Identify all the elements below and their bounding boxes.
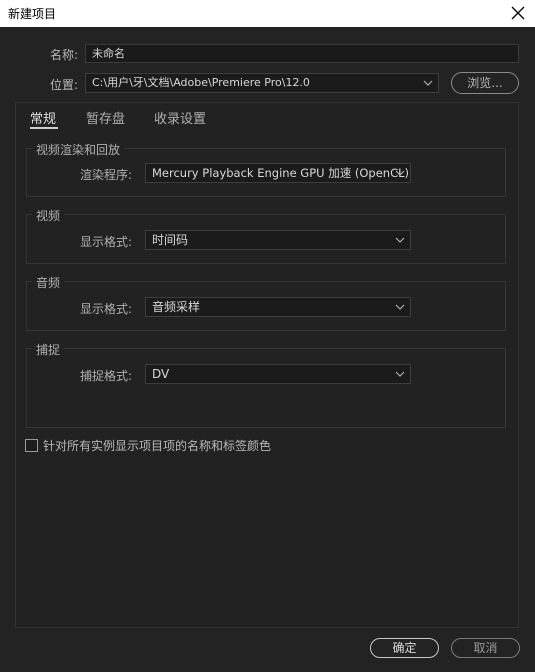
location-select[interactable]: C:\用户\牙\文档\Adobe\Premiere Pro\12.0	[85, 73, 439, 93]
window-title: 新建项目	[8, 7, 57, 21]
renderer-value: Mercury Playback Engine GPU 加速 (OpenCL)	[152, 166, 410, 180]
show-label-colors-label: 针对所有实例显示项目项的名称和标签颜色	[43, 439, 272, 453]
video-display-format-value: 时间码	[152, 233, 189, 247]
capture-format-value: DV	[152, 367, 170, 381]
tab-scratch-disks[interactable]: 暂存盘	[86, 108, 125, 127]
close-icon[interactable]	[509, 4, 527, 22]
tab-general[interactable]: 常规	[30, 108, 56, 127]
location-value: C:\用户\牙\文档\Adobe\Premiere Pro\12.0	[92, 76, 310, 89]
audio-display-format-label: 显示格式:	[80, 302, 133, 316]
capture-format-select[interactable]: DV	[145, 364, 411, 384]
video-group-title: 视频	[32, 207, 65, 224]
name-label: 名称:	[49, 48, 78, 62]
audio-group-title: 音频	[32, 274, 65, 291]
video-display-format-select[interactable]: 时间码	[145, 230, 411, 250]
audio-display-format-value: 音频采样	[152, 300, 201, 314]
audio-display-format-select[interactable]: 音频采样	[145, 297, 411, 317]
capture-group-title: 捕捉	[32, 341, 65, 358]
location-label: 位置:	[49, 78, 78, 92]
browse-button[interactable]: 浏览...	[451, 72, 519, 94]
active-tab-indicator	[30, 127, 58, 129]
video-display-format-label: 显示格式:	[80, 235, 133, 249]
render-group-title: 视频渲染和回放	[32, 141, 125, 158]
chevron-down-icon	[395, 237, 405, 243]
tab-ingest-settings[interactable]: 收录设置	[154, 108, 206, 127]
capture-group	[26, 348, 506, 428]
chevron-down-icon	[395, 371, 405, 377]
capture-format-label: 捕捉格式:	[80, 369, 133, 383]
ok-button[interactable]: 确定	[370, 638, 439, 658]
title-bar: 新建项目	[0, 0, 535, 27]
show-label-colors-checkbox[interactable]	[25, 439, 38, 452]
chevron-down-icon	[395, 304, 405, 310]
chevron-down-icon	[395, 170, 405, 176]
renderer-select[interactable]: Mercury Playback Engine GPU 加速 (OpenCL)	[145, 163, 411, 183]
renderer-label: 渲染程序:	[80, 168, 133, 182]
cancel-button[interactable]: 取消	[451, 638, 520, 658]
name-input[interactable]: 未命名	[85, 44, 519, 63]
chevron-down-icon	[423, 80, 433, 86]
